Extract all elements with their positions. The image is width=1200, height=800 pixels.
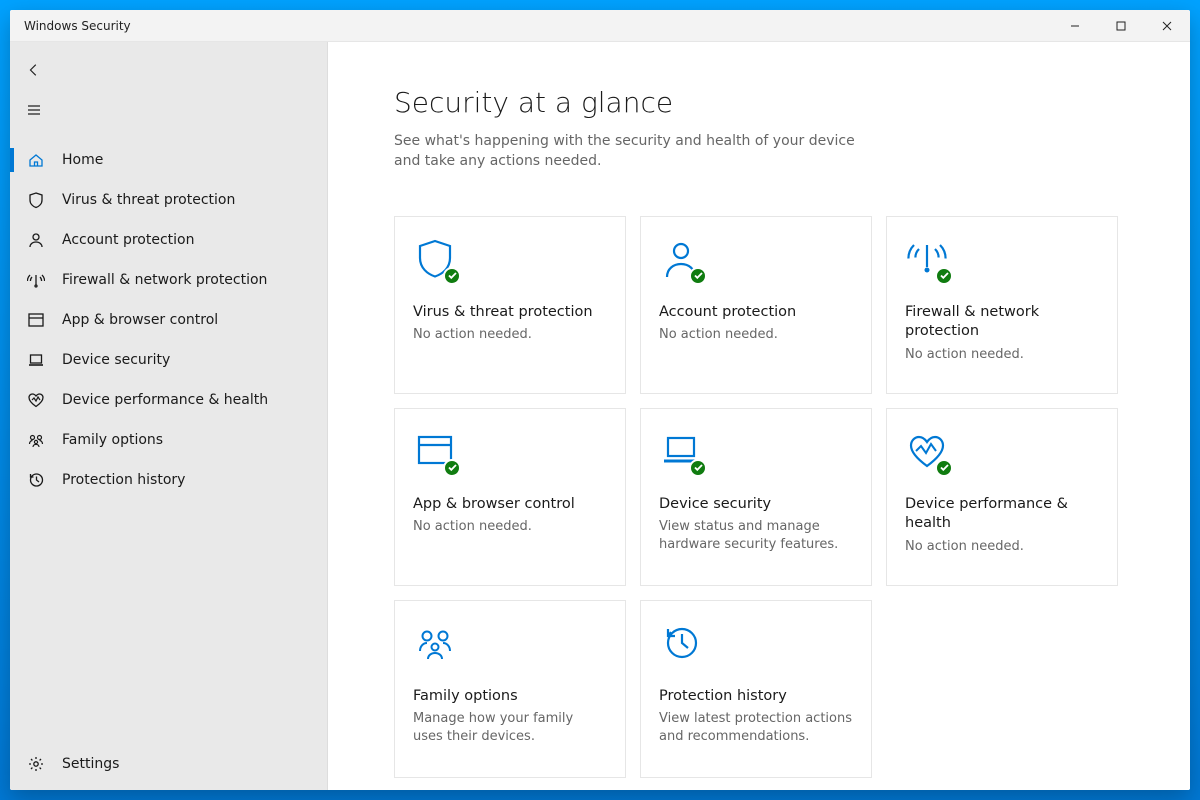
sidebar-item-label: Protection history [62, 472, 185, 488]
app-window: Windows Security Home Virus & threat prot… [10, 10, 1190, 790]
sidebar-item-history[interactable]: Protection history [10, 460, 327, 500]
card-title: Device security [659, 495, 853, 515]
card-network[interactable]: Firewall & network protection No action n… [886, 216, 1118, 394]
cards-grid: Virus & threat protection No action neede… [394, 216, 1142, 778]
status-ok-badge [443, 459, 461, 477]
status-ok-badge [443, 267, 461, 285]
sidebar-item-label: Device performance & health [62, 392, 268, 408]
status-ok-badge [935, 267, 953, 285]
home-icon [26, 150, 46, 170]
nav-list: Home Virus & threat protection Account pro… [10, 134, 327, 744]
network-icon [26, 270, 46, 290]
sidebar-item-label: App & browser control [62, 312, 218, 328]
history-icon [659, 621, 703, 665]
card-person[interactable]: Account protection No action needed. [640, 216, 872, 394]
sidebar-item-label: Device security [62, 352, 170, 368]
close-button[interactable] [1144, 10, 1190, 41]
card-subtitle: No action needed. [905, 538, 1099, 556]
back-button[interactable] [10, 50, 58, 90]
card-subtitle: Manage how your family uses their device… [413, 710, 607, 746]
sidebar-item-family[interactable]: Family options [10, 420, 327, 460]
laptop-icon [659, 429, 703, 473]
card-subtitle: View status and manage hardware security… [659, 518, 853, 554]
card-title: Protection history [659, 687, 853, 707]
sidebar-item-settings[interactable]: Settings [10, 744, 327, 784]
heart-icon [905, 429, 949, 473]
browser-icon [26, 310, 46, 330]
window-title: Windows Security [10, 19, 131, 33]
minimize-button[interactable] [1052, 10, 1098, 41]
card-subtitle: No action needed. [659, 326, 853, 344]
sidebar-item-label: Settings [62, 756, 119, 772]
app-body: Home Virus & threat protection Account pro… [10, 42, 1190, 790]
status-ok-badge [689, 267, 707, 285]
card-subtitle: No action needed. [413, 518, 607, 536]
sidebar-item-label: Firewall & network protection [62, 272, 267, 288]
page-title: Security at a glance [394, 86, 1142, 119]
titlebar: Windows Security [10, 10, 1190, 42]
card-title: Virus & threat protection [413, 303, 607, 323]
sidebar-item-browser[interactable]: App & browser control [10, 300, 327, 340]
sidebar-item-network[interactable]: Firewall & network protection [10, 260, 327, 300]
laptop-icon [26, 350, 46, 370]
sidebar-item-label: Account protection [62, 232, 195, 248]
sidebar-item-label: Virus & threat protection [62, 192, 235, 208]
family-icon [26, 430, 46, 450]
history-icon [26, 470, 46, 490]
card-title: App & browser control [413, 495, 607, 515]
card-title: Device performance & health [905, 495, 1099, 534]
card-subtitle: No action needed. [905, 346, 1099, 364]
sidebar-item-heart[interactable]: Device performance & health [10, 380, 327, 420]
person-icon [659, 237, 703, 281]
person-icon [26, 230, 46, 250]
sidebar-item-home[interactable]: Home [10, 140, 327, 180]
sidebar-top-buttons [10, 42, 327, 134]
card-subtitle: No action needed. [413, 326, 607, 344]
family-icon [413, 621, 457, 665]
sidebar-item-label: Family options [62, 432, 163, 448]
network-icon [905, 237, 949, 281]
hamburger-button[interactable] [10, 90, 58, 130]
sidebar-bottom: Settings [10, 744, 327, 790]
card-title: Account protection [659, 303, 853, 323]
card-title: Family options [413, 687, 607, 707]
card-title: Firewall & network protection [905, 303, 1099, 342]
back-arrow-icon [26, 62, 42, 78]
close-icon [1162, 21, 1172, 31]
shield-icon [413, 237, 457, 281]
card-history[interactable]: Protection history View latest protection… [640, 600, 872, 778]
sidebar: Home Virus & threat protection Account pro… [10, 42, 328, 790]
card-family[interactable]: Family options Manage how your family use… [394, 600, 626, 778]
hamburger-icon [26, 102, 42, 118]
status-ok-badge [935, 459, 953, 477]
gear-icon [26, 754, 46, 774]
shield-icon [26, 190, 46, 210]
card-shield[interactable]: Virus & threat protection No action neede… [394, 216, 626, 394]
minimize-icon [1070, 21, 1080, 31]
window-controls [1052, 10, 1190, 41]
sidebar-item-person[interactable]: Account protection [10, 220, 327, 260]
card-subtitle: View latest protection actions and recom… [659, 710, 853, 746]
card-browser[interactable]: App & browser control No action needed. [394, 408, 626, 586]
browser-icon [413, 429, 457, 473]
page-subtitle: See what's happening with the security a… [394, 131, 874, 172]
sidebar-item-label: Home [62, 152, 103, 168]
card-heart[interactable]: Device performance & health No action nee… [886, 408, 1118, 586]
maximize-button[interactable] [1098, 10, 1144, 41]
sidebar-item-shield[interactable]: Virus & threat protection [10, 180, 327, 220]
card-laptop[interactable]: Device security View status and manage ha… [640, 408, 872, 586]
sidebar-item-laptop[interactable]: Device security [10, 340, 327, 380]
heart-icon [26, 390, 46, 410]
maximize-icon [1116, 21, 1126, 31]
status-ok-badge [689, 459, 707, 477]
main-content: Security at a glance See what's happenin… [328, 42, 1190, 790]
